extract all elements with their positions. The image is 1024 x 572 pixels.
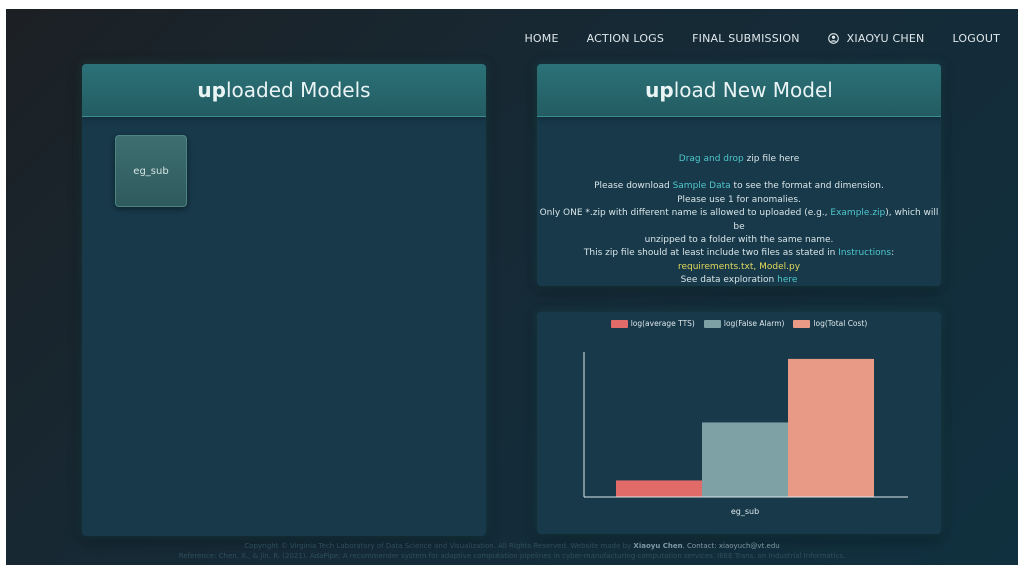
nav-user[interactable]: XIAOYU CHEN	[827, 31, 925, 45]
instructions-pre: This zip file should at least include tw…	[583, 248, 839, 259]
bar-log-false-alarm-[interactable]	[702, 422, 788, 497]
upload-model-title-rest: load New Model	[673, 78, 833, 102]
bar-log-total-cost-[interactable]	[788, 358, 874, 497]
footer-contact-label: . Contact:	[682, 542, 719, 550]
uploaded-models-title-rest: loaded Models	[225, 78, 371, 102]
sample-data-line: Please download Sample Data to see the f…	[537, 180, 941, 193]
nav-logout[interactable]: LOGOUT	[952, 32, 1000, 45]
drag-drop-link[interactable]: Drag and drop	[679, 154, 744, 164]
top-nav: HOME ACTION LOGS FINAL SUBMISSION XIAOYU…	[524, 31, 1000, 45]
bar-log-average-tts-[interactable]	[616, 480, 702, 497]
footer-reference: Reference: Chen, X., & Jin, R. (2021). A…	[178, 552, 846, 560]
drag-drop-line: Drag and drop zip file here	[537, 153, 941, 166]
user-circle-icon	[827, 32, 839, 44]
upload-dropzone[interactable]: Drag and drop zip file here Please downl…	[537, 153, 941, 286]
data-exploration-line: See data exploration here	[537, 274, 941, 286]
nav-final-submission[interactable]: FINAL SUBMISSION	[692, 32, 800, 45]
data-exploration-pre: See data exploration	[680, 275, 778, 286]
nav-home[interactable]: HOME	[524, 32, 558, 45]
footer-copyright: Copyright © Virginia Tech Laboratory of …	[6, 541, 1018, 551]
app-window: HOME ACTION LOGS FINAL SUBMISSION XIAOYU…	[6, 9, 1018, 565]
anomalies-line: Please use 1 for anomalies.	[677, 194, 801, 205]
only-one-zip-line: Only ONE *.zip with different name is al…	[537, 207, 941, 234]
nav-user-name: XIAOYU CHEN	[846, 31, 925, 45]
nav-action-logs[interactable]: ACTION LOGS	[587, 32, 664, 45]
instructions-line: This zip file should at least include tw…	[537, 247, 941, 260]
only-one-pre: Only ONE *.zip with different name is al…	[539, 208, 831, 219]
upload-model-panel[interactable]: up load New Model Drag and drop zip file …	[537, 64, 941, 286]
required-files[interactable]: requirements.txt, Model.py	[537, 261, 941, 274]
uploaded-models-title: up loaded Models	[82, 64, 486, 117]
sample-data-link[interactable]: Sample Data	[673, 181, 731, 191]
model-card-eg-sub[interactable]: eg_sub	[115, 135, 187, 207]
uploaded-models-title-bold: up	[197, 78, 226, 102]
model-card-label: eg_sub	[133, 165, 169, 177]
instructions-post: :	[891, 248, 895, 259]
upload-model-title-bold: up	[645, 78, 674, 102]
x-tick-label: eg_sub	[731, 507, 759, 516]
example-zip-link[interactable]: Example.zip	[830, 208, 885, 218]
metrics-chart-panel: log(average TTS) log(False Alarm) log(Tota…	[537, 312, 941, 534]
drag-drop-text: zip file here	[743, 154, 800, 164]
upload-model-title: up load New Model	[537, 64, 941, 117]
footer-copyright-pre: Copyright © Virginia Tech Laboratory of …	[244, 542, 634, 550]
footer-email[interactable]: xiaoyuch@vt.edu	[719, 542, 780, 550]
unzipped-line: unzipped to a folder with the same name.	[644, 235, 834, 246]
metrics-bar-chart: eg_sub	[583, 352, 908, 516]
sample-data-post: to see the format and dimension.	[730, 181, 884, 192]
uploaded-models-panel: up loaded Models eg_sub	[82, 64, 486, 536]
instructions-link[interactable]: Instructions	[838, 248, 891, 258]
footer-author: Xiaoyu Chen	[633, 542, 683, 550]
data-exploration-link[interactable]: here	[777, 275, 797, 285]
footer: Copyright © Virginia Tech Laboratory of …	[6, 541, 1018, 561]
sample-data-pre: Please download	[594, 181, 673, 192]
